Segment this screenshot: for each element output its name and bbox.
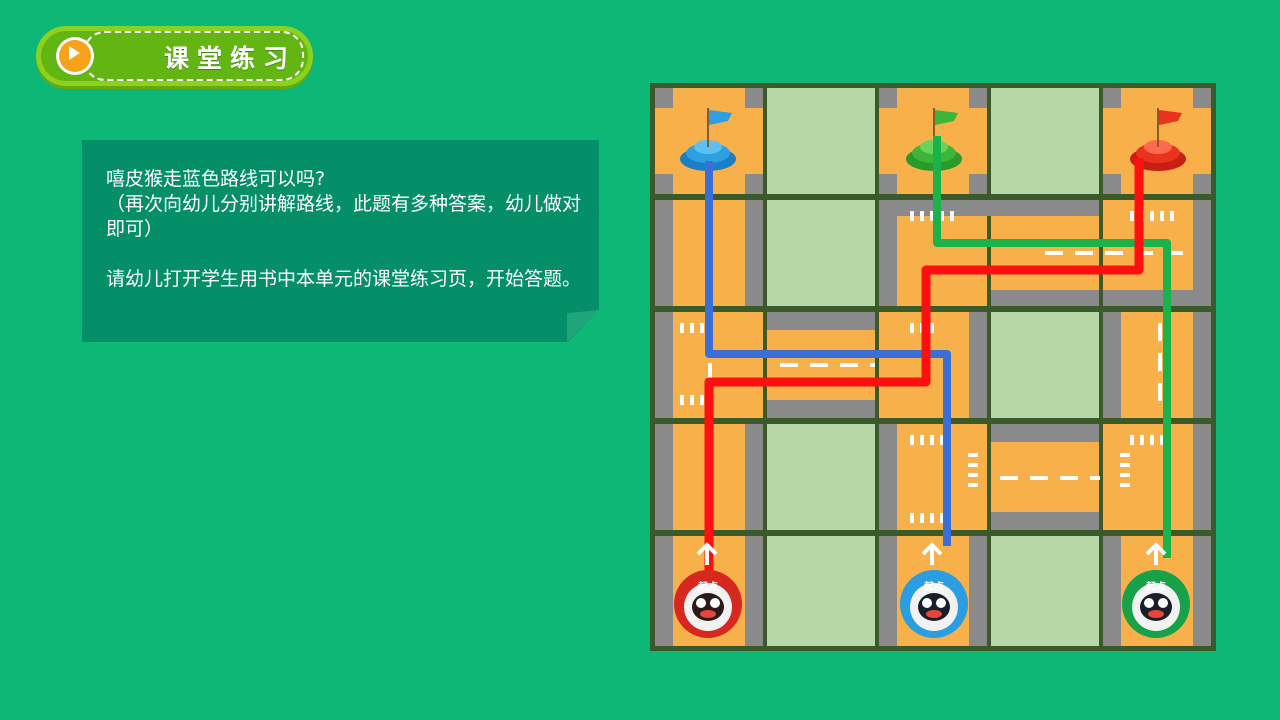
section-badge: 课堂练习 [36, 26, 313, 86]
instruction-text: 嘻皮猴走蓝色路线可以吗? （再次向幼儿分别讲解路线，此题有多种答案，幼儿做对即可… [106, 167, 584, 292]
task-text: 请幼儿打开学生用书中本单元的课堂练习页，开始答题。 [106, 268, 582, 290]
play-icon[interactable] [56, 37, 94, 75]
route-map: 起点 起点 起点 [650, 83, 1216, 651]
start-label: 起点 [1145, 580, 1166, 593]
blue-monkey-avatar[interactable]: 起点 [900, 570, 968, 638]
red-monkey-avatar[interactable]: 起点 [674, 570, 742, 638]
question-text: 嘻皮猴走蓝色路线可以吗? [106, 168, 326, 190]
green-monkey-avatar[interactable]: 起点 [1122, 570, 1190, 638]
teacher-note-text: （再次向幼儿分别讲解路线，此题有多种答案，幼儿做对即可） [106, 193, 582, 240]
start-label: 起点 [923, 580, 944, 593]
note-folded-corner [567, 310, 599, 342]
start-label: 起点 [697, 580, 718, 593]
section-title: 课堂练习 [164, 44, 297, 73]
map-svg: 起点 起点 起点 [650, 83, 1216, 651]
